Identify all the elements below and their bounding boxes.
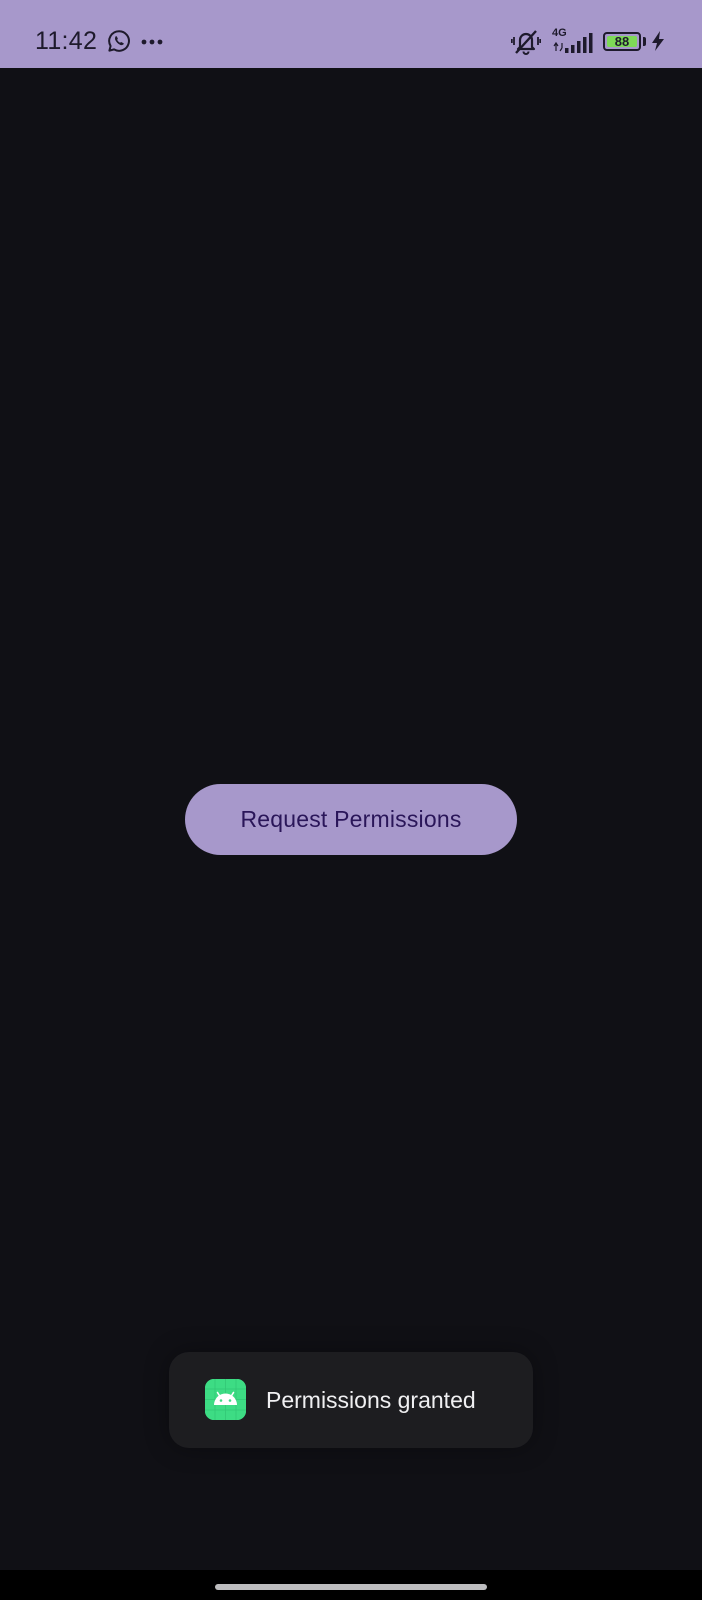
battery-level: 88 [607,35,637,48]
request-permissions-button[interactable]: Request Permissions [185,784,517,855]
navigation-bar [0,1570,702,1600]
battery-icon: 88 [603,32,641,51]
status-bar: 11:42 4G 88 [0,0,702,68]
more-dots-icon [141,39,163,45]
charging-bolt-icon [652,31,664,51]
toast-message: Permissions granted [169,1352,533,1448]
whatsapp-icon [108,30,130,52]
battery-tip [643,37,646,46]
toast-text: Permissions granted [266,1387,476,1413]
android-app-icon [205,1379,246,1420]
status-time: 11:42 [35,27,98,55]
signal-icon [553,33,593,53]
vibrate-mute-icon [511,30,541,55]
home-indicator[interactable] [215,1584,487,1590]
